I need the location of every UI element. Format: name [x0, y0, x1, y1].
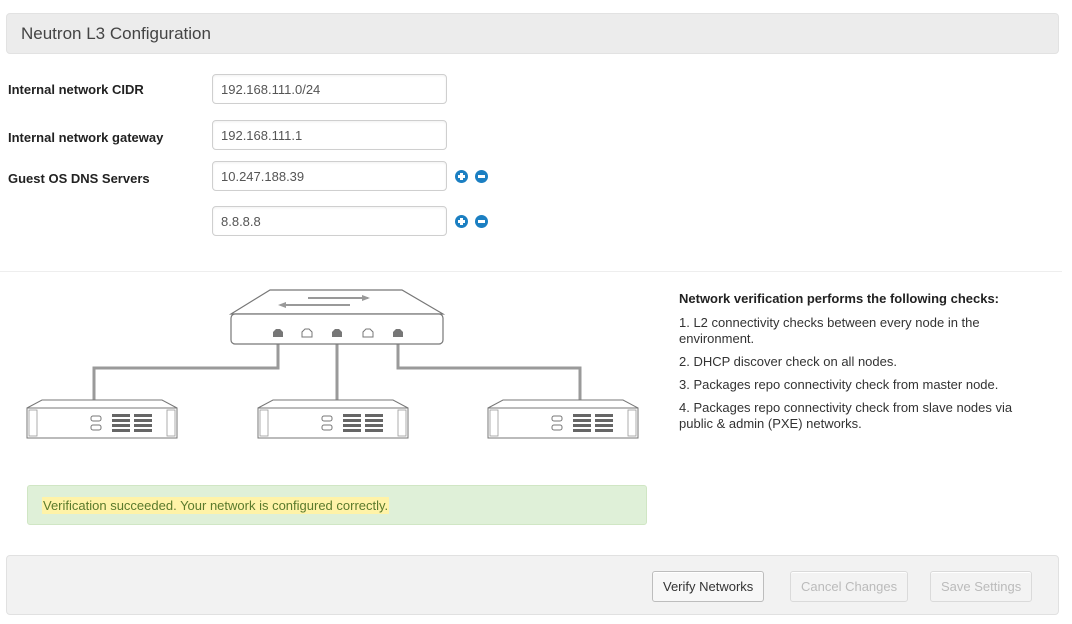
cidr-label: Internal network CIDR	[8, 82, 144, 97]
verification-info-title: Network verification performs the follow…	[679, 291, 1000, 306]
minus-circle-icon[interactable]	[475, 170, 488, 183]
verification-success-alert: Verification succeeded. Your network is …	[27, 485, 647, 525]
gateway-label: Internal network gateway	[8, 130, 164, 145]
gateway-input[interactable]	[212, 120, 447, 150]
verify-networks-button[interactable]: Verify Networks	[652, 571, 765, 602]
verification-check-item: 4. Packages repo connectivity check from…	[679, 400, 1013, 431]
section-header: Neutron L3 Configuration	[6, 13, 1059, 54]
cidr-input[interactable]	[212, 74, 447, 104]
server-icon	[257, 399, 409, 439]
verification-info-panel: Network verification performs the follow…	[679, 291, 1039, 439]
verification-check-item: 1. L2 connectivity checks between every …	[679, 315, 980, 346]
cancel-changes-button[interactable]: Cancel Changes	[790, 571, 909, 602]
verification-check-item: 2. DHCP discover check on all nodes.	[679, 354, 897, 369]
dns-server-input-1[interactable]	[212, 161, 447, 191]
section-title: Neutron L3 Configuration	[21, 24, 211, 43]
plus-circle-icon[interactable]	[455, 215, 468, 228]
network-diagram	[26, 289, 639, 439]
verification-check-item: 3. Packages repo connectivity check from…	[679, 377, 999, 392]
dns-server-input-2[interactable]	[212, 206, 447, 236]
section-divider	[0, 271, 1062, 272]
plus-circle-icon[interactable]	[455, 170, 468, 183]
save-settings-button[interactable]: Save Settings	[930, 571, 1033, 602]
alert-message: Verification succeeded. Your network is …	[42, 497, 390, 514]
footer-toolbar: Verify Networks Cancel Changes Save Sett…	[6, 555, 1059, 615]
minus-circle-icon[interactable]	[475, 215, 488, 228]
dns-label: Guest OS DNS Servers	[8, 171, 150, 186]
server-icon	[487, 399, 639, 439]
switch-icon	[228, 289, 446, 345]
server-icon	[26, 399, 178, 439]
